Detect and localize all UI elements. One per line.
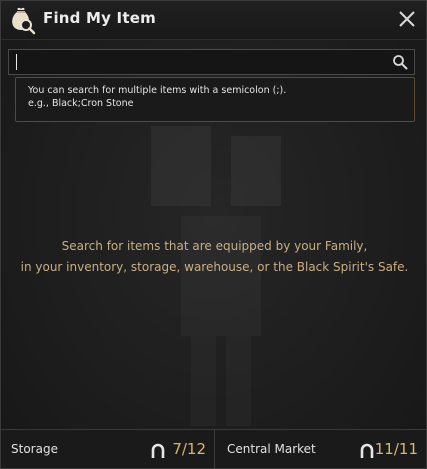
central-market-summary[interactable]: Central Market 11/11 (215, 430, 426, 468)
search-bar (8, 49, 415, 75)
search-hint: Search for items that are equipped by yo… (1, 236, 426, 278)
window-title: Find My Item (43, 9, 156, 27)
storage-label: Storage (11, 442, 58, 456)
search-input[interactable] (13, 52, 387, 74)
footer-bar: Storage 7/12 Central Market 11/11 (1, 429, 426, 468)
horseshoe-icon (151, 443, 165, 458)
search-tooltip: You can search for multiple items with a… (15, 77, 415, 122)
search-icon[interactable] (392, 54, 408, 70)
horseshoe-icon (360, 443, 374, 458)
storage-count: 7/12 (172, 440, 206, 458)
hint-line-2: in your inventory, storage, warehouse, o… (20, 260, 409, 274)
text-caret (16, 54, 17, 70)
money-bag-magnifier-icon (12, 7, 36, 35)
find-my-item-window: Find My Item You can search for multiple… (0, 0, 427, 469)
title-bar: Find My Item (1, 1, 426, 40)
storage-summary[interactable]: Storage 7/12 (1, 430, 215, 468)
close-icon[interactable] (396, 8, 418, 30)
tooltip-line-2: e.g., Black;Cron Stone (28, 98, 134, 109)
tooltip-line-1: You can search for multiple items with a… (28, 85, 287, 96)
central-market-count: 11/11 (374, 440, 418, 458)
hint-line-1: Search for items that are equipped by yo… (61, 239, 368, 253)
central-market-label: Central Market (227, 442, 316, 456)
